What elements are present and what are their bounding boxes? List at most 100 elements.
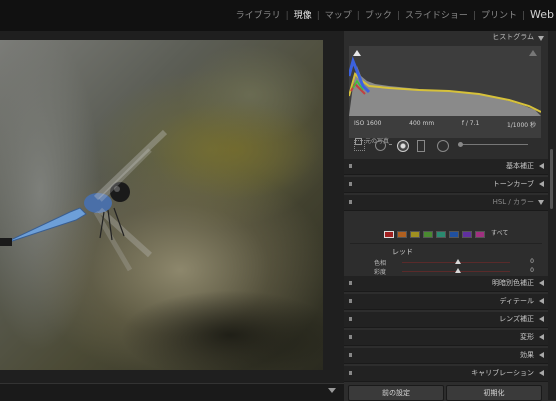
module-separator: | bbox=[356, 11, 360, 21]
module-book[interactable]: ブック bbox=[365, 11, 392, 21]
hsl-color-chip[interactable] bbox=[449, 231, 459, 238]
hsl-color-chip[interactable] bbox=[384, 231, 394, 238]
expand-triangle-icon[interactable] bbox=[539, 316, 544, 322]
hsl-color-chip[interactable] bbox=[436, 231, 446, 238]
image-viewport bbox=[0, 31, 344, 383]
panel-hsl[interactable]: HSL / カラー bbox=[344, 195, 548, 211]
histogram-header[interactable]: ヒストグラム bbox=[344, 31, 548, 44]
panel-detail[interactable]: ディテール bbox=[344, 294, 548, 310]
panel-switch-icon[interactable] bbox=[349, 200, 352, 204]
expand-triangle-icon[interactable] bbox=[539, 163, 544, 169]
panel-transform[interactable]: 変形 bbox=[344, 330, 548, 346]
expand-triangle-icon[interactable] bbox=[539, 280, 544, 286]
chevron-down-icon[interactable] bbox=[328, 388, 336, 393]
module-library[interactable]: ライブラリ bbox=[236, 11, 281, 21]
brush-slider-track[interactable] bbox=[458, 144, 528, 145]
filmstrip-toggle-bar bbox=[0, 383, 344, 401]
panel-lens-label: レンズ補正 bbox=[499, 315, 534, 323]
module-develop[interactable]: 現像 bbox=[294, 11, 312, 21]
hue-slider[interactable]: 色相 0 bbox=[350, 258, 544, 267]
hue-label: 色相 bbox=[374, 260, 387, 267]
hue-knob[interactable] bbox=[455, 259, 461, 264]
expand-triangle-icon[interactable] bbox=[539, 370, 544, 376]
panel-scrollbar[interactable] bbox=[548, 31, 556, 400]
panel-transform-label: 変形 bbox=[520, 333, 534, 341]
scrollbar-thumb[interactable] bbox=[550, 149, 553, 209]
graduated-filter-icon[interactable] bbox=[417, 140, 425, 152]
histogram-title: ヒストグラム bbox=[492, 33, 534, 41]
panel-switch-icon[interactable] bbox=[349, 182, 352, 186]
hsl-color-chip[interactable] bbox=[397, 231, 407, 238]
panel-detail-label: ディテール bbox=[499, 297, 534, 305]
panel-basic-label: 基本補正 bbox=[506, 162, 534, 170]
hsl-color-chip[interactable] bbox=[423, 231, 433, 238]
shadow-clipping-icon[interactable] bbox=[353, 50, 361, 56]
histogram-graph bbox=[349, 56, 541, 116]
histogram[interactable]: ISO 1600 400 mm f / 7.1 1/1000 秒 元の写真 bbox=[349, 46, 541, 145]
exif-info: ISO 1600 400 mm f / 7.1 1/1000 秒 bbox=[354, 120, 536, 129]
saturation-slider[interactable]: 彩度 0 bbox=[350, 267, 544, 276]
panel-switch-icon[interactable] bbox=[349, 281, 352, 285]
hsl-all-tab[interactable]: すべて bbox=[491, 229, 508, 239]
exif-aperture: f / 7.1 bbox=[461, 120, 480, 127]
saturation-knob[interactable] bbox=[455, 268, 461, 273]
panel-switch-icon[interactable] bbox=[349, 164, 352, 168]
panel-switch-icon[interactable] bbox=[349, 317, 352, 321]
radial-filter-icon[interactable] bbox=[437, 140, 449, 152]
hsl-color-chips: すべて bbox=[384, 229, 508, 239]
spot-removal-line-icon bbox=[389, 144, 392, 145]
dragonfly-photo[interactable] bbox=[0, 40, 323, 370]
exif-focal: 400 mm bbox=[409, 120, 435, 127]
module-web[interactable]: Web bbox=[530, 8, 554, 21]
spot-removal-icon[interactable] bbox=[375, 140, 386, 151]
panel-effects-label: 効果 bbox=[520, 351, 534, 359]
panel-basic[interactable]: 基本補正 bbox=[344, 159, 548, 175]
panel-effects[interactable]: 効果 bbox=[344, 348, 548, 364]
previous-settings-button[interactable]: 前の設定 bbox=[348, 385, 444, 401]
reset-button[interactable]: 初期化 bbox=[446, 385, 542, 401]
collapse-triangle-icon[interactable] bbox=[538, 36, 544, 41]
exif-iso: ISO 1600 bbox=[354, 120, 382, 127]
panel-hsl-label: HSL / カラー bbox=[492, 198, 534, 206]
crop-icon[interactable] bbox=[354, 140, 365, 151]
panel-tone-curve[interactable]: トーンカーブ bbox=[344, 177, 548, 193]
panel-switch-icon[interactable] bbox=[349, 371, 352, 375]
dragonfly-illustration bbox=[0, 129, 168, 272]
hue-value[interactable]: 0 bbox=[530, 258, 534, 265]
module-slideshow[interactable]: スライドショー bbox=[405, 11, 468, 21]
expand-triangle-icon[interactable] bbox=[539, 352, 544, 358]
hsl-color-chip[interactable] bbox=[462, 231, 472, 238]
module-separator: | bbox=[472, 11, 476, 21]
tool-strip bbox=[344, 137, 548, 153]
panel-tone-curve-label: トーンカーブ bbox=[492, 180, 534, 188]
saturation-label: 彩度 bbox=[374, 269, 387, 276]
expand-triangle-icon[interactable] bbox=[539, 298, 544, 304]
panel-calibration-label: キャリブレーション bbox=[471, 369, 534, 377]
module-separator: | bbox=[316, 11, 320, 21]
module-print[interactable]: プリント bbox=[481, 11, 517, 21]
expand-triangle-icon[interactable] bbox=[539, 334, 544, 340]
panel-switch-icon[interactable] bbox=[349, 353, 352, 357]
develop-right-panel: ヒストグラム ISO 1600 400 mm f / 7.1 1/1000 秒 … bbox=[344, 31, 556, 401]
panel-switch-icon[interactable] bbox=[349, 335, 352, 339]
exif-shutter: 1/1000 秒 bbox=[506, 122, 536, 129]
hsl-selected-color: レッド bbox=[392, 248, 413, 256]
module-separator: | bbox=[285, 11, 289, 21]
hsl-color-chip[interactable] bbox=[410, 231, 420, 238]
adjustment-brush-icon[interactable] bbox=[458, 142, 463, 147]
panel-lens-corrections[interactable]: レンズ補正 bbox=[344, 312, 548, 328]
collapse-triangle-icon[interactable] bbox=[538, 200, 544, 205]
saturation-value[interactable]: 0 bbox=[530, 267, 534, 274]
red-eye-icon[interactable] bbox=[397, 140, 409, 152]
hsl-color-chip[interactable] bbox=[475, 231, 485, 238]
module-separator: | bbox=[521, 11, 526, 21]
panel-split-toning[interactable]: 明暗別色補正 bbox=[344, 276, 548, 292]
module-separator: | bbox=[396, 11, 400, 21]
panel-calibration[interactable]: キャリブレーション bbox=[344, 366, 548, 382]
panel-switch-icon[interactable] bbox=[349, 299, 352, 303]
module-nav: ライブラリ | 現像 | マップ | ブック | スライドショー | プリント | Web bbox=[236, 8, 554, 21]
module-map[interactable]: マップ bbox=[325, 11, 352, 21]
highlight-clipping-icon[interactable] bbox=[529, 50, 537, 56]
expand-triangle-icon[interactable] bbox=[539, 181, 544, 187]
divider bbox=[350, 243, 542, 244]
